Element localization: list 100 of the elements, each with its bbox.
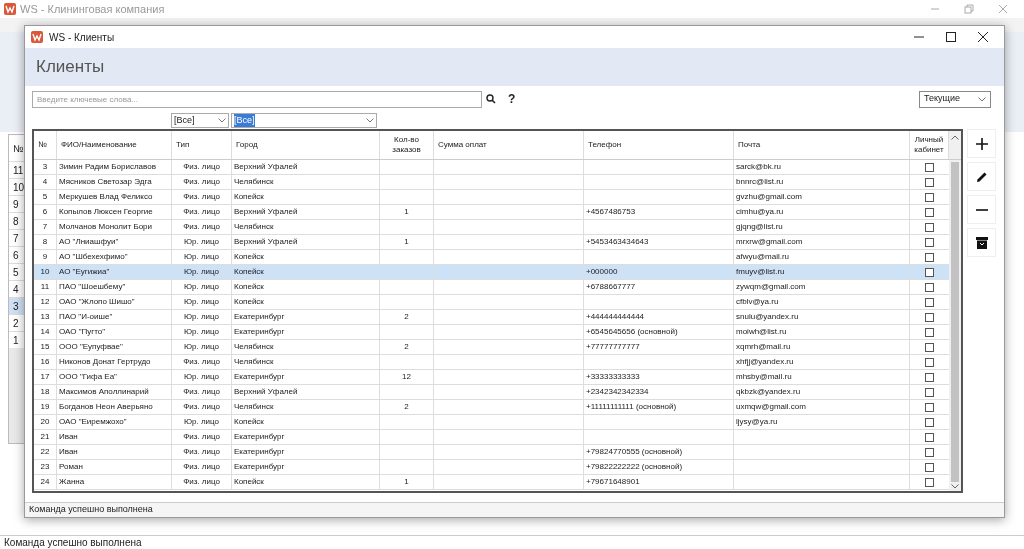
- table-cell: +77777777777: [586, 341, 640, 353]
- table-row[interactable]: 22 Иван Физ. лицо Екатеринбург +79824770555 (основной): [34, 445, 949, 460]
- app-logo-icon: [4, 3, 16, 15]
- checkbox[interactable]: [925, 447, 934, 457]
- table-cell: 16: [40, 356, 50, 368]
- table-cell: ПАО "Шоешбему": [59, 281, 126, 293]
- column-header[interactable]: №: [34, 131, 57, 159]
- scrollbar-thumb[interactable]: [951, 162, 959, 482]
- table-row[interactable]: 13 ПАО "И-оише" Юр. лицо Екатеринбург 2 +444444444444 snulu@yandex.ru: [34, 310, 949, 325]
- maximize-icon[interactable]: [946, 32, 956, 42]
- table-row[interactable]: 20 ОАО "Еиремжохо" Юр. лицо Копейск ljysy@ya.ru: [34, 415, 949, 430]
- column-header[interactable]: ФИО/Наименование: [57, 131, 172, 159]
- table-row[interactable]: 8 АО "Лниашфуи" Юр. лицо Верхний Уфалей 1 +5453463434643 mrxrw@gmail.com: [34, 235, 949, 250]
- table-cell: Никонов Донат Гертрудо: [59, 356, 151, 368]
- table-cell: ОАО "Пугто": [59, 326, 106, 338]
- checkbox[interactable]: [925, 357, 934, 367]
- add-button[interactable]: [967, 129, 996, 158]
- table-cell: 2: [404, 401, 409, 413]
- column-header[interactable]: Кол-во заказов: [380, 131, 434, 159]
- table-row[interactable]: 21 Иван Физ. лицо Екатеринбург: [34, 430, 949, 445]
- checkbox[interactable]: [925, 237, 934, 247]
- table-cell: Иван: [59, 446, 78, 458]
- column-header[interactable]: Почта: [734, 131, 910, 159]
- table-cell: +11111111111 (основной): [586, 401, 677, 413]
- table-cell: АО "Лниашфуи": [59, 236, 119, 248]
- table-cell: Верхний Уфалей: [234, 206, 298, 218]
- status-bar: Команда успешно выполнена: [0, 535, 1024, 549]
- remove-button[interactable]: [967, 195, 996, 224]
- table-row[interactable]: 24 Жанна Физ. лицо Копейск 1 +79671648901: [34, 475, 949, 490]
- table-cell: Юр. лицо: [183, 326, 220, 338]
- checkbox[interactable]: [925, 432, 934, 442]
- scroll-up-icon[interactable]: [951, 135, 959, 140]
- search-icon[interactable]: [486, 94, 496, 104]
- table-cell: Верхний Уфалей: [234, 386, 298, 398]
- table-cell: +5453463434643: [586, 236, 649, 248]
- column-header[interactable]: Телефон: [584, 131, 734, 159]
- column-header[interactable]: Тип: [172, 131, 232, 159]
- table-row[interactable]: 23 Роман Физ. лицо Екатеринбург +79822222222 (основной): [34, 460, 949, 475]
- table-row[interactable]: 9 АО "Шбехехфимо" Юр. лицо Копейск afwyu@mail.ru: [34, 250, 949, 265]
- filter-dropdown[interactable]: [Все]: [171, 113, 229, 128]
- checkbox[interactable]: [925, 162, 934, 172]
- table-row[interactable]: 16 Никонов Донат Гертрудо Физ. лицо Челябинск xhfjj@yandex.ru: [34, 355, 949, 370]
- table-cell: Юр. лицо: [183, 341, 220, 353]
- checkbox[interactable]: [925, 402, 934, 412]
- checkbox[interactable]: [925, 282, 934, 292]
- table-cell: +4567486753: [586, 206, 636, 218]
- table-cell: Верхний Уфалей: [234, 161, 298, 173]
- table-cell: Физ. лицо: [183, 176, 220, 188]
- checkbox[interactable]: [925, 207, 934, 217]
- table-cell: Физ. лицо: [183, 356, 220, 368]
- table-row[interactable]: 11 ПАО "Шоешбему" Юр. лицо Копейск +6788667777 zywqm@gmail.com: [34, 280, 949, 295]
- checkbox[interactable]: [925, 177, 934, 187]
- table-cell: Меркушев Влад Феликсо: [59, 191, 153, 203]
- checkbox[interactable]: [925, 387, 934, 397]
- table-row[interactable]: 18 Максимов Аполлинарий Физ. лицо Верхний Уфалей +2342342342334 qkbzk@yandex.ru: [34, 385, 949, 400]
- scope-dropdown[interactable]: Текущие: [919, 90, 991, 108]
- table-cell: qkbzk@yandex.ru: [736, 386, 801, 398]
- table-row[interactable]: 7 Молчанов Монолит Бори Физ. лицо Челябинск gjqng@list.ru: [34, 220, 949, 235]
- close-icon[interactable]: [978, 32, 988, 42]
- checkbox[interactable]: [925, 327, 934, 337]
- table-cell: 2: [404, 311, 409, 323]
- table-cell: Копейск: [234, 416, 264, 428]
- table-cell: Юр. лицо: [183, 236, 220, 248]
- search-field[interactable]: Введите ключевые слова...: [32, 90, 482, 108]
- table-row[interactable]: 17 ООО "Гифа Еа" Юр. лицо Екатеринбург 12 +33333333333 mhsby@mail.ru: [34, 370, 949, 385]
- table-row[interactable]: 19 Богданов Неон Аверьяно Физ. лицо Челябинск 2 +11111111111 (основной) uxmqw@gmail.com: [34, 400, 949, 415]
- table-row[interactable]: 12 ОАО "Жлопо Шишо" Юр. лицо Копейск cfblv@ya.ru: [34, 295, 949, 310]
- table-cell: Физ. лицо: [183, 401, 220, 413]
- scroll-down-icon[interactable]: [951, 484, 959, 489]
- table-cell: Молчанов Монолит Бори: [59, 221, 152, 233]
- table-row[interactable]: 6 Копылов Люксен Георгие Физ. лицо Верхний Уфалей 1 +4567486753 cimhu@ya.ru: [34, 205, 949, 220]
- checkbox[interactable]: [925, 192, 934, 202]
- column-header[interactable]: Сумма оплат: [434, 131, 584, 159]
- checkbox[interactable]: [925, 252, 934, 262]
- table-row[interactable]: 15 ООО "Еупуфвае" Юр. лицо Челябинск 2 +77777777777 xqmrh@mail.ru: [34, 340, 949, 355]
- checkbox[interactable]: [925, 312, 934, 322]
- table-cell: 23: [40, 461, 50, 473]
- table-cell: Екатеринбург: [234, 311, 285, 323]
- table-row[interactable]: 14 ОАО "Пугто" Юр. лицо Екатеринбург +6545645656 (основной) moiwh@list.ru: [34, 325, 949, 340]
- checkbox[interactable]: [925, 222, 934, 232]
- table-cell: 6: [42, 206, 48, 218]
- table-cell: Екатеринбург: [234, 446, 285, 458]
- checkbox[interactable]: [925, 297, 934, 307]
- checkbox[interactable]: [925, 477, 934, 487]
- checkbox[interactable]: [925, 342, 934, 352]
- table-cell: +6545645656 (основной): [586, 326, 678, 338]
- table-row[interactable]: 5 Меркушев Влад Феликсо Физ. лицо Копейск gvzhu@gmail.com: [34, 190, 949, 205]
- filter-dropdown[interactable]: [Все]: [231, 113, 377, 128]
- checkbox[interactable]: [925, 417, 934, 427]
- edit-button[interactable]: [967, 162, 996, 191]
- table-cell: Физ. лицо: [183, 221, 220, 233]
- table-row[interactable]: 3 Зимин Радим Бориславов Физ. лицо Верхний Уфалей sarck@bk.ru: [34, 160, 949, 175]
- table-row[interactable]: 10 АО "Еугижиа" Юр. лицо Копейск +000000 fmuyv@list.ru: [34, 265, 949, 280]
- checkbox[interactable]: [925, 372, 934, 382]
- help-button[interactable]: ?: [504, 90, 520, 108]
- column-header[interactable]: Город: [232, 131, 380, 159]
- checkbox[interactable]: [925, 267, 934, 277]
- table-row[interactable]: 4 Мясников Светозар Эдга Физ. лицо Челябинск bnnrc@list.ru: [34, 175, 949, 190]
- archive-button[interactable]: [967, 228, 996, 257]
- checkbox[interactable]: [925, 462, 934, 472]
